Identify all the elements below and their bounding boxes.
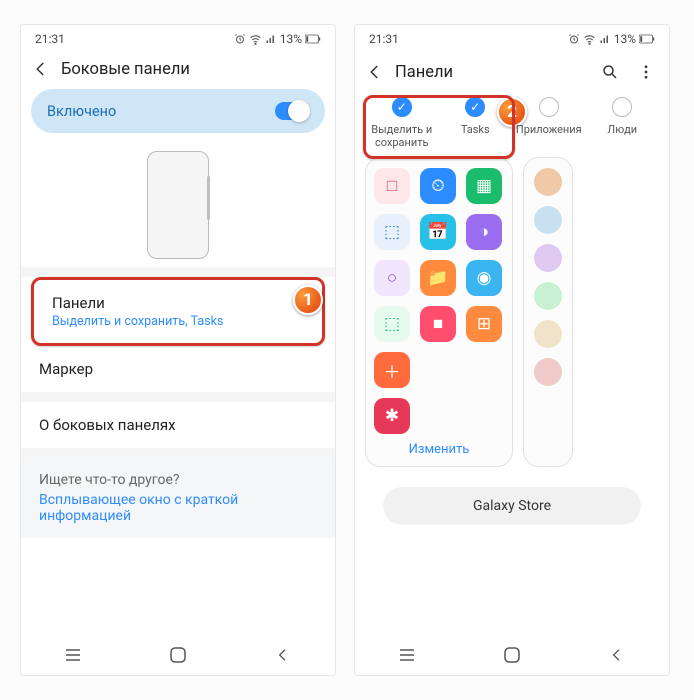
- panel-tab-checkbox[interactable]: [612, 97, 632, 117]
- panel-tab-checkbox[interactable]: [465, 97, 485, 117]
- panel-tabs: Выделить и сохранитьTasksПриложенияЛюди: [365, 97, 659, 149]
- panel-preview-apps[interactable]: □ ⏲ ▦ ⬚ 📅 ◑ ○ 📁 ◉ ⬚ ■ ⊞ ＋ ✱ Изменить: [365, 157, 513, 467]
- nav-back[interactable]: [607, 645, 627, 665]
- panel-tab-checkbox[interactable]: [539, 97, 559, 117]
- galaxy-store-button[interactable]: Galaxy Store: [383, 487, 641, 525]
- system-navbar: [21, 635, 335, 675]
- nav-home[interactable]: [502, 645, 522, 665]
- other-section: Ищете что-то другое? Всплывающее окно с …: [21, 448, 335, 538]
- more-vert-icon: [637, 63, 655, 81]
- app-icon: ◉: [466, 260, 502, 296]
- panels-previews: □ ⏲ ▦ ⬚ 📅 ◑ ○ 📁 ◉ ⬚ ■ ⊞ ＋ ✱ Изменить: [355, 149, 669, 467]
- nav-home[interactable]: [168, 645, 188, 665]
- back-button[interactable]: [31, 59, 51, 79]
- screen-edge-panels-settings: 21:31 13% Боковые панели Включено 1 Пане…: [20, 24, 336, 676]
- nav-back[interactable]: [273, 645, 293, 665]
- status-right: 13%: [234, 32, 321, 46]
- row-panels-title: Панели: [52, 294, 304, 312]
- app-icon: ○: [374, 260, 410, 296]
- row-about[interactable]: О боковых панелях: [21, 402, 335, 448]
- panel-tab-label: Приложения: [512, 123, 586, 136]
- panel-tab-3[interactable]: Люди: [586, 97, 660, 149]
- alarm-icon: [234, 33, 246, 45]
- about-section: О боковых панелях: [21, 392, 335, 448]
- signal-icon: [599, 33, 611, 45]
- app-icon: 📅: [420, 214, 456, 250]
- back-icon: [609, 647, 625, 663]
- panel-tab-label: Люди: [586, 123, 660, 136]
- nav-recents[interactable]: [63, 645, 83, 665]
- battery-icon: [305, 34, 321, 44]
- panel-tab-label: Выделить и сохранить: [365, 123, 439, 149]
- app-icon: ⊞: [466, 306, 502, 342]
- toggle-switch[interactable]: [275, 102, 309, 120]
- row-panels-sub: Выделить и сохранить, Tasks: [52, 314, 304, 329]
- app-icon: ✱: [374, 398, 410, 434]
- panel-tab-2[interactable]: Приложения: [512, 97, 586, 149]
- home-icon: [169, 646, 187, 664]
- enabled-label: Включено: [47, 103, 116, 120]
- back-button[interactable]: [365, 62, 385, 82]
- contact-avatar: [534, 168, 562, 196]
- edit-link[interactable]: Изменить: [374, 442, 504, 457]
- signal-icon: [265, 33, 277, 45]
- header: Панели: [355, 53, 669, 95]
- other-heading: Ищете что-то другое?: [21, 458, 335, 492]
- screen-panels-list: 21:31 13% Панели 2 Выделить и сохранитьT…: [354, 24, 670, 676]
- alarm-icon: [568, 33, 580, 45]
- search-icon: [601, 63, 619, 81]
- header: Боковые панели: [21, 53, 335, 89]
- page-title: Панели: [395, 63, 453, 82]
- wifi-icon: [249, 33, 262, 46]
- status-right: 13%: [568, 32, 655, 46]
- panel-tab-checkbox[interactable]: [392, 97, 412, 117]
- battery-pct: 13%: [280, 32, 302, 46]
- recents-icon: [64, 648, 82, 662]
- contact-avatar: [534, 244, 562, 272]
- system-navbar: [355, 635, 669, 675]
- more-button[interactable]: [633, 59, 659, 85]
- chevron-left-icon: [32, 60, 50, 78]
- app-icon: ⬚: [374, 306, 410, 342]
- panel-tab-0[interactable]: Выделить и сохранить: [365, 97, 439, 149]
- contact-avatar: [534, 206, 562, 234]
- app-icon: 📁: [420, 260, 456, 296]
- row-popup-info[interactable]: Всплывающее окно с краткой информацией: [21, 492, 335, 538]
- battery-icon: [639, 34, 655, 44]
- nav-recents[interactable]: [397, 645, 417, 665]
- callout-badge-1: 1: [293, 285, 323, 315]
- recents-icon: [398, 648, 416, 662]
- panel-tab-label: Tasks: [439, 123, 513, 136]
- home-icon: [503, 646, 521, 664]
- search-button[interactable]: [597, 59, 623, 85]
- contact-avatar: [534, 282, 562, 310]
- battery-pct: 13%: [614, 32, 636, 46]
- status-bar: 21:31 13%: [355, 25, 669, 53]
- edge-panel-illustration: [21, 133, 335, 267]
- row-marker[interactable]: Маркер: [21, 346, 335, 392]
- phone-mock-icon: [147, 151, 209, 259]
- app-icon: ■: [420, 306, 456, 342]
- row-panels[interactable]: Панели Выделить и сохранить, Tasks: [31, 277, 325, 346]
- app-icon: □: [374, 168, 410, 204]
- status-bar: 21:31 13%: [21, 25, 335, 53]
- back-icon: [275, 647, 291, 663]
- chevron-left-icon: [366, 63, 384, 81]
- panel-tab-1[interactable]: Tasks: [439, 97, 513, 149]
- app-icon: ＋: [374, 352, 410, 388]
- contact-avatar: [534, 358, 562, 386]
- settings-section: Панели Выделить и сохранить, Tasks Марке…: [21, 267, 335, 392]
- status-time: 21:31: [35, 32, 65, 46]
- page-title: Боковые панели: [61, 60, 190, 79]
- app-icon: ⬚: [374, 214, 410, 250]
- wifi-icon: [583, 33, 596, 46]
- enabled-toggle-row[interactable]: Включено: [31, 89, 325, 133]
- status-time: 21:31: [369, 32, 399, 46]
- contact-avatar: [534, 320, 562, 348]
- app-icon: ⏲: [420, 168, 456, 204]
- app-icon: ▦: [466, 168, 502, 204]
- app-icon: ◑: [466, 214, 502, 250]
- panel-preview-people[interactable]: [523, 157, 573, 467]
